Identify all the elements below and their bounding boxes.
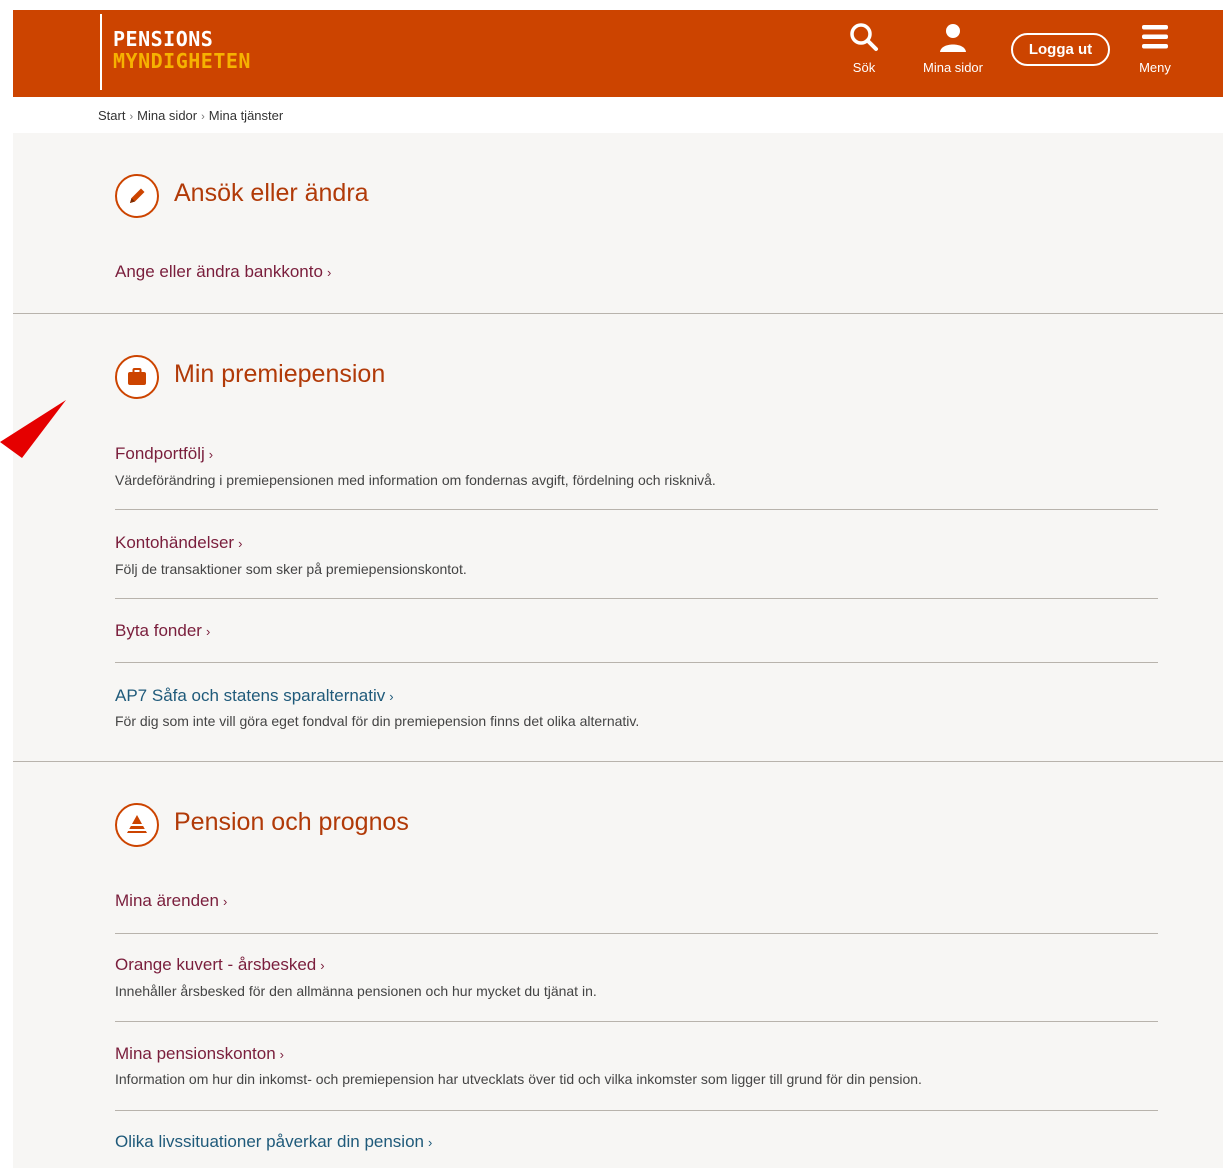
link-description: Information om hur din inkomst- och prem… (115, 1071, 922, 1087)
section-title: Ansök eller ändra (174, 179, 369, 207)
mina-sidor-button[interactable]: Mina sidor (913, 10, 993, 97)
link-mina-arenden[interactable]: Mina ärenden › (115, 891, 227, 911)
section-title: Pension och prognos (174, 808, 409, 836)
chevron-right-icon: › (205, 624, 211, 639)
link-bankkonto[interactable]: Ange eller ändra bankkonto › (115, 262, 331, 282)
link-livssituationer[interactable]: Olika livssituationer påverkar din pensi… (115, 1132, 432, 1152)
link-label: Kontohändelser (115, 533, 235, 552)
section-icon-circle (115, 174, 159, 218)
link-mina-pensionskonton[interactable]: Mina pensionskonton › (115, 1044, 284, 1064)
link-description: Värdeförändring i premiepensionen med in… (115, 472, 716, 488)
chevron-right-icon: › (428, 1135, 433, 1150)
pyramid-icon (127, 815, 147, 833)
breadcrumb: Start › Mina sidor › Mina tjänster (98, 108, 283, 123)
pensionsmyndigheten-logo[interactable]: PENSIONS MYNDIGHETEN (100, 14, 251, 90)
pencil-icon (130, 188, 145, 203)
link-kontohandelser[interactable]: Kontohändelser › (115, 533, 242, 553)
link-byta-fonder[interactable]: Byta fonder › (115, 621, 210, 641)
breadcrumb-start[interactable]: Start (98, 108, 125, 123)
breadcrumb-separator: › (129, 111, 134, 123)
link-label: Mina pensionskonton (115, 1044, 276, 1063)
item-divider (115, 598, 1158, 599)
link-label: AP7 Såfa och statens sparalternativ (115, 686, 386, 705)
link-label: Byta fonder (115, 621, 202, 640)
link-description: Följ de transaktioner som sker på premie… (115, 561, 467, 577)
user-icon (940, 24, 966, 52)
link-label: Ange eller ändra bankkonto (115, 262, 323, 281)
annotation-arrow-icon (0, 400, 66, 458)
logo-text-line2: MYNDIGHETEN (113, 49, 251, 73)
search-icon (850, 23, 878, 51)
site-header: PENSIONS MYNDIGHETEN Sök Mina sidor Logg… (13, 10, 1223, 97)
section-icon-circle (115, 803, 159, 847)
link-ap7-safa[interactable]: AP7 Såfa och statens sparalternativ › (115, 686, 394, 706)
search-button[interactable]: Sök (839, 10, 889, 97)
section-icon-circle (115, 355, 159, 399)
breadcrumb-separator: › (201, 111, 205, 123)
link-description: Innehåller årsbesked för den allmänna pe… (115, 983, 597, 999)
chevron-right-icon: › (208, 447, 214, 462)
breadcrumb-current: Mina tjänster (208, 108, 284, 123)
link-label: Fondportfölj (115, 444, 205, 463)
item-divider (115, 662, 1158, 663)
link-label: Orange kuvert - årsbesked (115, 955, 317, 974)
hamburger-menu-icon (1142, 25, 1168, 49)
chevron-right-icon: › (326, 265, 332, 280)
chevron-right-icon: › (222, 894, 228, 909)
link-description: För dig som inte vill göra eget fondval … (115, 713, 640, 729)
link-orange-kuvert[interactable]: Orange kuvert - årsbesked › (115, 955, 325, 975)
menu-button[interactable]: Meny (1130, 10, 1180, 97)
logo-text-line1: PENSIONS (113, 27, 214, 51)
services-content (13, 133, 1223, 1168)
section-divider (13, 761, 1223, 762)
menu-label: Meny (1139, 60, 1171, 75)
chevron-right-icon: › (389, 689, 394, 704)
logout-button[interactable]: Logga ut (1011, 33, 1110, 66)
search-label: Sök (852, 60, 876, 75)
chevron-right-icon: › (238, 536, 243, 551)
item-divider (115, 933, 1158, 934)
item-divider (115, 509, 1158, 510)
section-divider (13, 313, 1223, 314)
chevron-right-icon: › (279, 1047, 285, 1062)
section-title: Min premiepension (174, 360, 386, 388)
item-divider (115, 1021, 1158, 1022)
link-label: Olika livssituationer påverkar din pensi… (115, 1132, 424, 1151)
item-divider (115, 1110, 1158, 1111)
chevron-right-icon: › (320, 958, 325, 973)
briefcase-icon (128, 368, 146, 385)
breadcrumb-mina-sidor[interactable]: Mina sidor (137, 108, 197, 123)
link-fondportfolj[interactable]: Fondportfölj › (115, 444, 213, 464)
link-label: Mina ärenden (115, 891, 219, 910)
mina-sidor-label: Mina sidor (923, 60, 983, 75)
